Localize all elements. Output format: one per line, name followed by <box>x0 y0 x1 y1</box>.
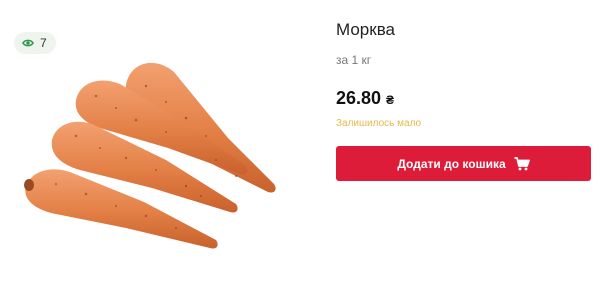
product-unit: за 1 кг <box>336 53 372 67</box>
price-currency: ₴ <box>386 93 395 107</box>
eye-icon <box>22 38 34 48</box>
views-badge: 7 <box>14 32 56 54</box>
carrots-image <box>24 62 276 249</box>
product-card: 7 Морква за 1 кг 26.80 ₴ Залишилось мало… <box>0 0 600 301</box>
product-image-area: 7 <box>0 0 310 301</box>
cart-icon <box>514 156 530 171</box>
stock-status: Залишилось мало <box>336 118 422 129</box>
price-value: 26.80 <box>336 88 382 108</box>
product-price: 26.80 ₴ <box>336 88 394 109</box>
add-to-cart-label: Додати до кошика <box>397 156 506 171</box>
product-title: Морква <box>336 20 395 39</box>
add-to-cart-button[interactable]: Додати до кошика <box>336 146 591 181</box>
views-count: 7 <box>40 36 47 50</box>
